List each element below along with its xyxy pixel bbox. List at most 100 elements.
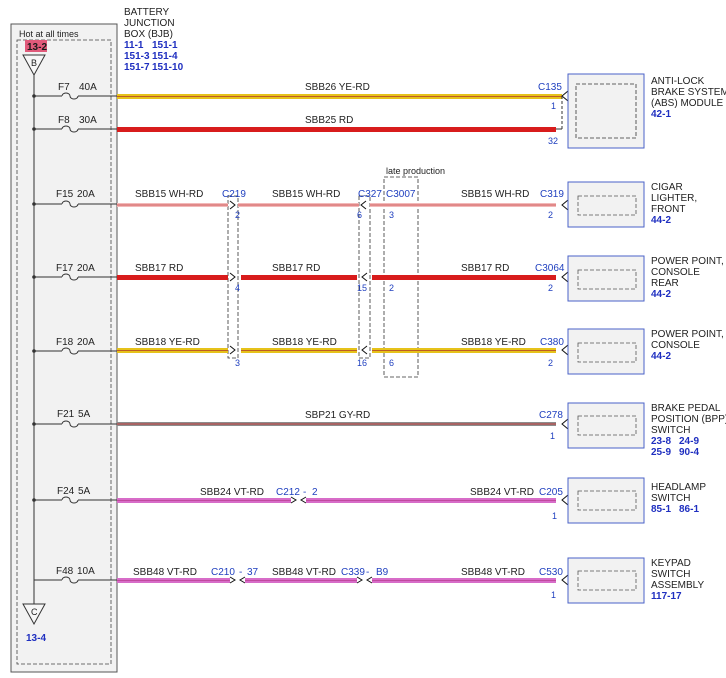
component-headlamp-switch: HEADLAMP SWITCH 85-1 86-1 — [567, 477, 706, 524]
fuse-amps: 20A — [77, 189, 95, 200]
component-name: BRAKE SYSTEM — [651, 87, 726, 98]
connector-pin: 2 — [389, 283, 394, 293]
wire-label: SBB26 YE-RD — [305, 82, 370, 93]
wire-label: SBB18 YE-RD — [272, 337, 337, 348]
wire-label: SBB17 RD — [135, 263, 183, 274]
component-name: LIGHTER, — [651, 193, 697, 204]
connector-pin: B9 — [376, 567, 389, 578]
component-keypad-switch: KEYPAD SWITCH ASSEMBLY 117-17 — [567, 557, 704, 604]
connector-b-label: B — [31, 58, 37, 68]
component-ref: 44-2 — [651, 351, 671, 362]
end-connector-label: C278 — [539, 410, 563, 421]
end-connector-label: C3064 — [535, 263, 565, 274]
fuse-id: F48 — [56, 566, 74, 577]
connector-pin: 3 — [389, 210, 394, 220]
component-abs-module: ANTI-LOCK BRAKE SYSTEM (ABS) MODULE 42-1 — [567, 73, 726, 149]
end-pin: 32 — [548, 136, 558, 146]
wire-label: SBB18 YE-RD — [461, 337, 526, 348]
wire-sbb25: SBB25 RD 32 — [117, 96, 563, 146]
end-connector-label: C530 — [539, 567, 563, 578]
end-connector-label: C205 — [539, 487, 563, 498]
wire-label: SBP21 GY-RD — [305, 410, 370, 421]
component-name: SWITCH — [651, 569, 690, 580]
component-ref: 90-4 — [679, 447, 699, 458]
connector-pin: 2 — [235, 210, 240, 220]
top-ref-label: 13-2 — [27, 42, 47, 53]
wiring-diagram: Hot at all times 13-2 B C 13-4 BATTERY J… — [10, 7, 726, 673]
bjb-title-line: BATTERY — [124, 7, 170, 18]
wire-sbp21: SBP21 GY-RD C278 1 — [117, 410, 569, 441]
end-pin: 1 — [551, 590, 556, 600]
component-ref: 24-9 — [679, 436, 699, 447]
fuse-amps: 5A — [78, 409, 91, 420]
wires: SBB26 YE-RD C135 1 SBB25 RD 32 SBB15 WH-… — [117, 82, 569, 600]
connector-pin: 6 — [357, 210, 362, 220]
connector-pin: 37 — [247, 567, 259, 578]
connector-label: C339 — [341, 567, 365, 578]
fuse-amps: 30A — [79, 115, 97, 126]
component-bpp-switch: BRAKE PEDAL POSITION (BPP) SWITCH 23-8 2… — [567, 402, 726, 458]
component-cigar-lighter: CIGAR LIGHTER, FRONT 44-2 — [567, 181, 697, 228]
bjb-ref: 151-1 — [152, 40, 178, 51]
fuse-id: F24 — [57, 486, 75, 497]
wire-label: SBB24 VT-RD — [200, 487, 264, 498]
connector-dash: - — [303, 487, 306, 498]
component-name: POWER POINT, — [651, 329, 724, 340]
hot-at-all-times-label: Hot at all times — [19, 29, 79, 39]
component-name: BRAKE PEDAL — [651, 403, 721, 414]
wire-sbb48: SBB48 VT-RD C210 - 37 SBB48 VT-RD C339 -… — [117, 567, 569, 600]
component-name: HEADLAMP — [651, 482, 706, 493]
connector-label: C212 — [276, 487, 300, 498]
component-power-point-console: POWER POINT, CONSOLE 44-2 — [567, 328, 724, 375]
component-name: CIGAR — [651, 182, 683, 193]
connector-c-label: C — [31, 607, 38, 617]
connector-label: C219 — [222, 189, 246, 200]
component-ref: 25-9 — [651, 447, 671, 458]
component-name: SWITCH — [651, 425, 690, 436]
component-ref: 85-1 — [651, 504, 671, 515]
connector-pin: 3 — [235, 358, 240, 368]
connector-box-c327 — [358, 195, 371, 359]
wire-label: SBB15 WH-RD — [135, 189, 203, 200]
component-name: (ABS) MODULE — [651, 98, 724, 109]
connector-pin: 2 — [312, 487, 318, 498]
bjb-ref: 151-7 — [124, 62, 150, 73]
component-name: POSITION (BPP) — [651, 414, 726, 425]
connector-dash: - — [239, 567, 242, 578]
end-pin: 1 — [552, 511, 557, 521]
wire-sbb15: SBB15 WH-RD C219 2 SBB15 WH-RD C327 6 C3… — [117, 189, 569, 220]
end-pin: 2 — [548, 358, 553, 368]
wire-label: SBB18 YE-RD — [135, 337, 200, 348]
bjb-title: BATTERY JUNCTION BOX (BJB) 11-1 151-1 15… — [124, 7, 184, 73]
component-name: FRONT — [651, 204, 685, 215]
components: ANTI-LOCK BRAKE SYSTEM (ABS) MODULE 42-1… — [567, 73, 726, 604]
component-name: SWITCH — [651, 493, 690, 504]
component-ref: 44-2 — [651, 289, 671, 300]
wire-sbb26: SBB26 YE-RD C135 1 — [117, 82, 569, 111]
bjb-title-line: JUNCTION — [124, 18, 175, 29]
fuse-amps: 40A — [79, 82, 97, 93]
wire-sbb24: SBB24 VT-RD C212 - 2 SBB24 VT-RD C205 1 — [117, 487, 569, 521]
wire-label: SBB15 WH-RD — [272, 189, 340, 200]
bjb-ref: 151-3 — [124, 51, 150, 62]
end-pin: 1 — [551, 101, 556, 111]
late-production-label: late production — [386, 166, 445, 176]
bjb-ref: 151-4 — [152, 51, 178, 62]
bjb-ref: 11-1 — [124, 40, 144, 51]
connector-dash: - — [366, 567, 369, 578]
component-name: POWER POINT, — [651, 256, 724, 267]
connector-pin: 4 — [235, 283, 240, 293]
fuse-id: F17 — [56, 263, 74, 274]
wire-label: SBB48 VT-RD — [272, 567, 336, 578]
connector-label: C3007 — [386, 189, 416, 200]
fuse-amps: 10A — [77, 566, 95, 577]
bjb-ref: 151-10 — [152, 62, 184, 73]
connector-label: C210 — [211, 567, 235, 578]
end-connector-label: C135 — [538, 82, 562, 93]
fuse-id: F7 — [58, 82, 70, 93]
connector-pin: 15 — [357, 283, 367, 293]
component-name: REAR — [651, 278, 679, 289]
wire-label: SBB17 RD — [461, 263, 509, 274]
component-name: CONSOLE — [651, 340, 700, 351]
fuse-amps: 20A — [77, 337, 95, 348]
